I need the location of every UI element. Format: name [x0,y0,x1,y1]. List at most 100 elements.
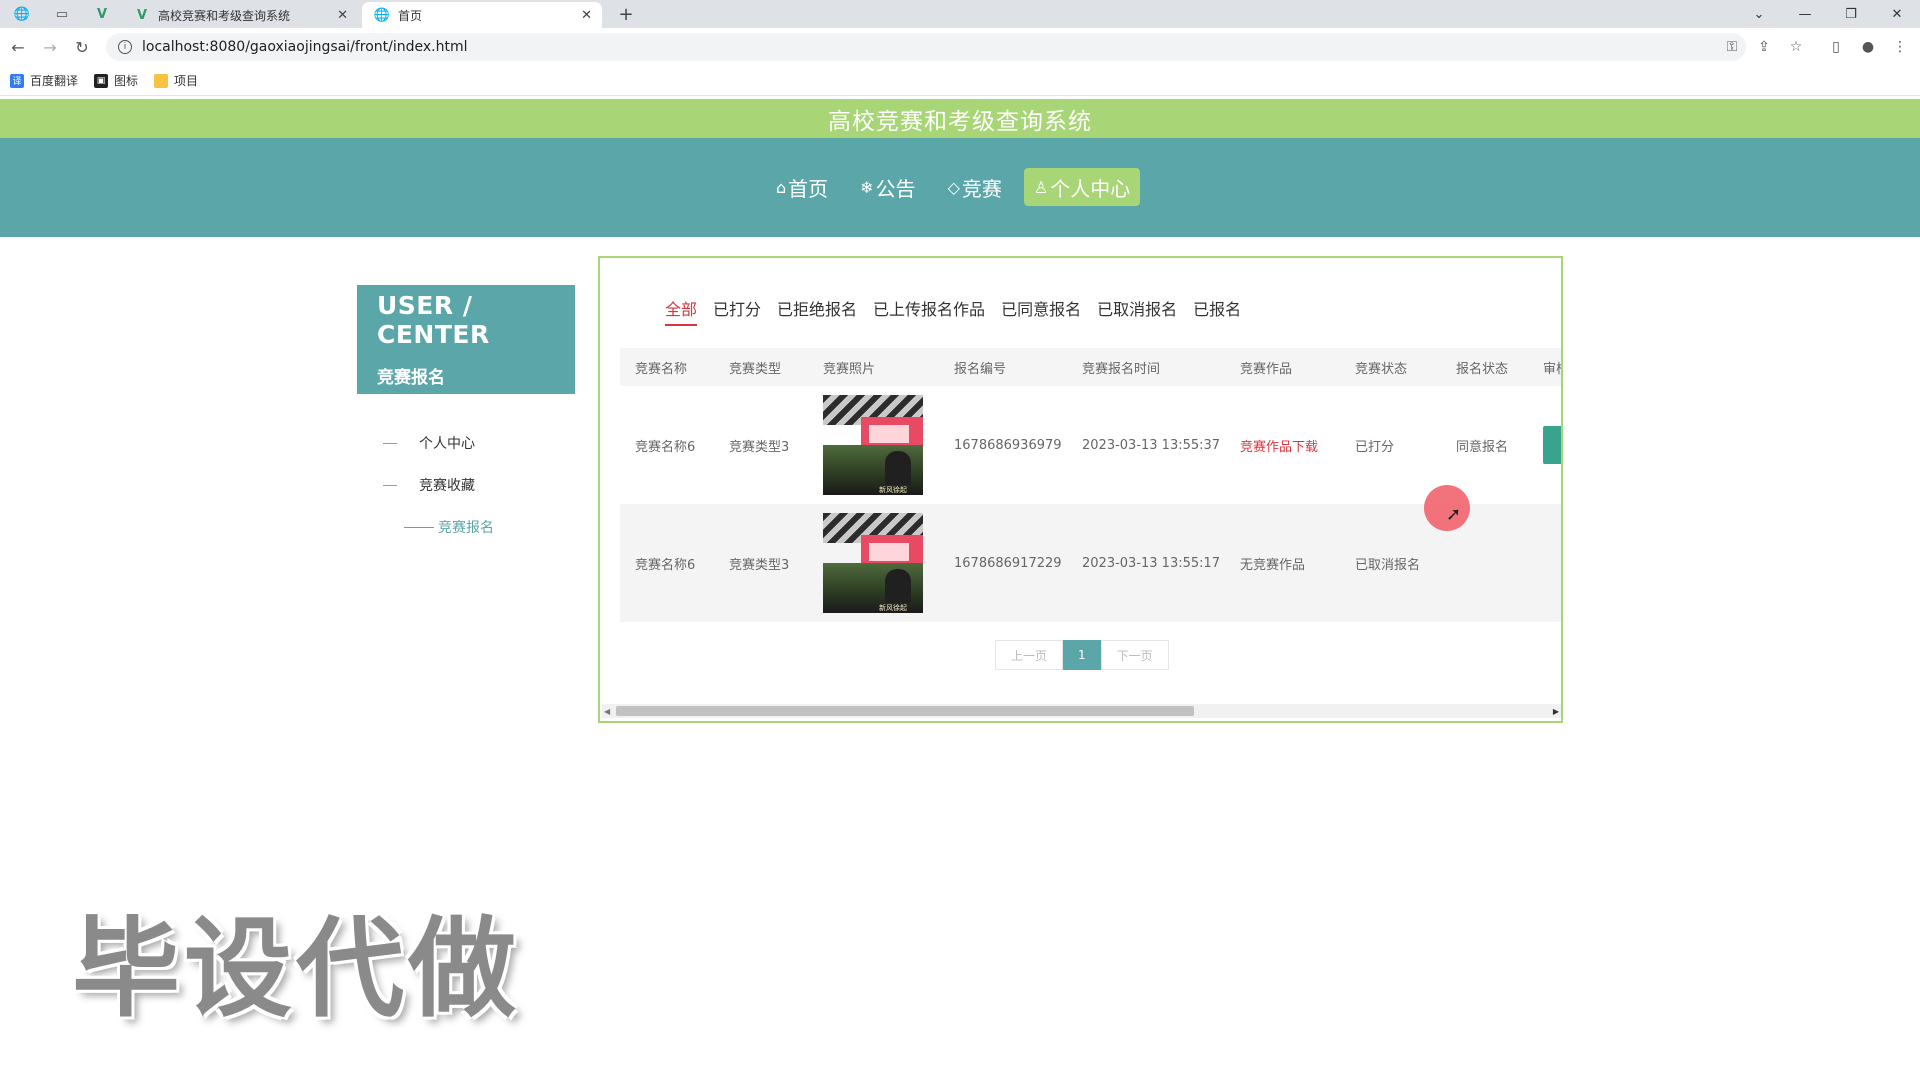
key-icon[interactable]: ⚿ [1720,35,1744,59]
cell-name: 竞赛名称6 [635,557,696,573]
cell-name: 竞赛名称6 [635,439,696,455]
home-icon: ⌂ [776,177,787,197]
column-header: 竞赛类型 [729,361,782,377]
dash-icon [383,442,397,444]
side-panel-icon[interactable]: ▯ [1824,35,1848,59]
tab-title: 高校竞赛和考级查询系统 [158,8,291,23]
dash-icon [383,484,397,486]
column-header: 报名状态 [1456,361,1509,377]
table-row: 竞赛名称6 竞赛类型3 新风徐起 1678686936979 2023-03-1… [620,386,1561,504]
column-header: 竞赛名称 [635,361,688,377]
bookmarks-bar: 译 百度翻译 ▣ 图标 项目 [0,66,1920,96]
tag-icon: ◇ [947,177,960,197]
sidebar-item-profile[interactable]: 个人中心 [383,422,494,464]
menu-dots-icon[interactable]: ⋮ [1888,35,1912,59]
column-header: 竞赛作品 [1240,361,1293,377]
column-header: 竞赛照片 [823,361,876,377]
competition-photo[interactable]: 新风徐起 [823,513,923,613]
bookmark-item[interactable]: 项目 [154,72,198,89]
scroll-right-icon[interactable]: ▶ [1553,707,1559,716]
close-window-icon[interactable]: ✕ [1874,0,1920,28]
snowflake-icon: ❄ [860,177,874,197]
nav-home[interactable]: ⌂ 首页 [766,168,838,206]
sidebar-item-signup[interactable]: 竞赛报名 [383,506,494,548]
cell-type: 竞赛类型3 [729,439,790,455]
back-arrow-icon[interactable]: ← [6,35,30,59]
cell-status: 已打分 [1355,439,1395,455]
tab-title: 首页 [398,8,423,23]
cell-status: 已取消报名 [1355,557,1421,573]
signup-table: 竞赛名称 竞赛类型 竞赛照片 报名编号 竞赛报名时间 竞赛作品 竞赛状态 报名状… [620,348,1561,622]
close-icon[interactable]: ✕ [337,8,348,23]
scroll-left-icon[interactable]: ◀ [604,707,610,716]
column-header: 报名编号 [954,361,1007,377]
filter-approved[interactable]: 已同意报名 [1001,296,1081,326]
dash-icon [404,526,434,528]
minimize-icon[interactable]: — [1782,0,1828,28]
next-page-button[interactable]: 下一页 [1100,640,1169,670]
main-nav: ⌂ 首页 ❄ 公告 ◇ 竞赛 ♙ 个人中心 [0,138,1920,237]
photo-caption: 新风徐起 [879,604,907,612]
user-center-header: USER / CENTER 竞赛报名 [357,285,575,394]
user-center-subtitle: 竞赛报名 [377,368,445,388]
signup-panel: 全部 已打分 已拒绝报名 已上传报名作品 已同意报名 已取消报名 已报名 竞赛名… [598,256,1563,723]
filter-cancelled[interactable]: 已取消报名 [1097,296,1177,326]
forward-arrow-icon[interactable]: → [38,35,62,59]
info-icon[interactable]: i [118,40,132,54]
browser-tab-bar: 🌐 ▭ V V 高校竞赛和考级查询系统 ✕ 🌐 首页 ✕ + ⌄ — ❐ ✕ [0,0,1920,28]
cell-type: 竞赛类型3 [729,557,790,573]
status-filter-tabs: 全部 已打分 已拒绝报名 已上传报名作品 已同意报名 已取消报名 已报名 [665,296,1257,326]
star-icon[interactable]: ☆ [1784,35,1808,59]
review-button[interactable] [1543,426,1561,464]
nav-user-center[interactable]: ♙ 个人中心 [1023,168,1141,206]
url-text: localhost:8080/gaoxiaojingsai/front/inde… [142,39,468,55]
horizontal-scrollbar[interactable]: ◀ ▶ [602,704,1561,718]
site-title-bar: 高校竞赛和考级查询系统 [0,99,1920,138]
nav-competition[interactable]: ◇ 竞赛 [938,168,1012,206]
cell-work: 无竞赛作品 [1240,557,1306,573]
prev-page-button[interactable]: 上一页 [995,640,1064,670]
photo-caption: 新风徐起 [879,486,907,494]
blank-tab-icon[interactable]: ▭ [44,2,80,26]
share-icon[interactable]: ⇪ [1752,35,1776,59]
user-icon: ♙ [1033,177,1049,197]
filter-uploaded[interactable]: 已上传报名作品 [873,296,985,326]
url-input[interactable]: i localhost:8080/gaoxiaojingsai/front/in… [106,33,1746,61]
bookmark-item[interactable]: 译 百度翻译 [10,72,78,89]
tab-search-icon[interactable]: ⌄ [1736,0,1782,28]
cell-time: 2023-03-13 13:55:17 [1082,555,1221,571]
watermark: 毕设代做 [72,907,521,1032]
filter-all[interactable]: 全部 [665,296,698,326]
browser-tab-active[interactable]: 🌐 首页 ✕ [362,2,602,28]
cell-code: 1678686917229 [954,555,1062,571]
image-icon: ▣ [94,73,109,88]
download-work-link[interactable]: 竞赛作品下载 [1225,436,1340,455]
globe-icon[interactable]: 🌐 [4,2,40,26]
column-header: 审核 [1543,361,1561,377]
cell-code: 1678686936979 [954,437,1062,453]
restore-icon[interactable]: ❐ [1828,0,1874,28]
address-bar-row: ← → ↻ i localhost:8080/gaoxiaojingsai/fr… [0,28,1920,66]
table-header: 竞赛名称 竞赛类型 竞赛照片 报名编号 竞赛报名时间 竞赛作品 竞赛状态 报名状… [620,348,1561,386]
nav-notice[interactable]: ❄ 公告 [850,168,925,206]
sidebar-item-favorites[interactable]: 竞赛收藏 [383,464,494,506]
new-tab-button[interactable]: + [614,2,638,26]
vue-logo-icon[interactable]: V [84,2,120,26]
reload-icon[interactable]: ↻ [70,35,94,59]
page-1-button[interactable]: 1 [1063,640,1101,670]
bookmark-item[interactable]: ▣ 图标 [94,72,138,89]
filter-rejected[interactable]: 已拒绝报名 [777,296,857,326]
column-header: 竞赛状态 [1355,361,1408,377]
scrollbar-thumb[interactable] [616,706,1194,716]
filter-signed-up[interactable]: 已报名 [1193,296,1241,326]
cell-signup-status: 同意报名 [1456,439,1509,455]
vue-logo-icon: V [136,7,148,23]
window-controls: ⌄ — ❐ ✕ [1736,0,1920,28]
site-title: 高校竞赛和考级查询系统 [828,108,1092,135]
close-icon[interactable]: ✕ [581,8,592,23]
competition-photo[interactable]: 新风徐起 [823,395,923,495]
browser-tab-inactive[interactable]: V 高校竞赛和考级查询系统 ✕ [122,2,358,28]
cursor-arrow-icon: ➚ [1446,504,1462,525]
filter-scored[interactable]: 已打分 [713,296,761,326]
profile-icon[interactable]: ● [1856,35,1880,59]
